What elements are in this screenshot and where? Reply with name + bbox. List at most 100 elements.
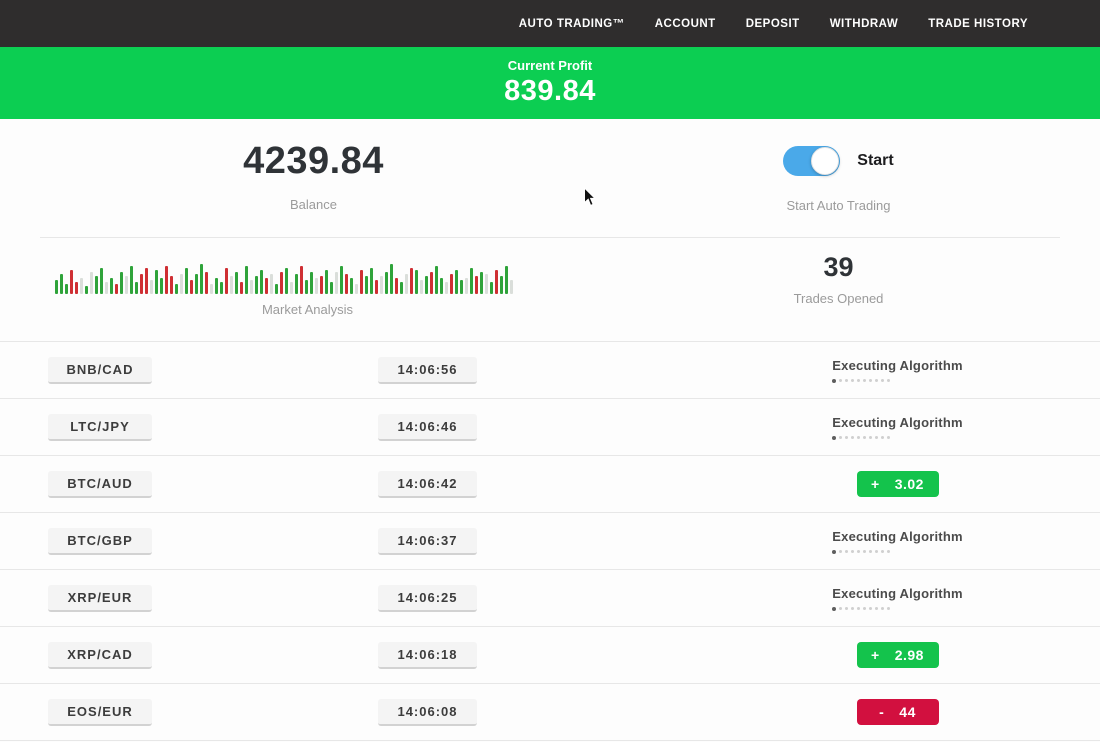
trades-opened-label: Trades Opened bbox=[676, 291, 1001, 306]
market-bar bbox=[225, 268, 228, 294]
market-bar bbox=[370, 268, 373, 294]
progress-dot bbox=[832, 436, 836, 440]
market-bar bbox=[415, 270, 418, 294]
market-bar bbox=[485, 274, 488, 294]
executing-label: Executing Algorithm bbox=[832, 529, 962, 544]
market-bar bbox=[195, 274, 198, 294]
market-bar bbox=[245, 266, 248, 294]
market-bar bbox=[190, 280, 193, 294]
progress-dots bbox=[832, 379, 962, 383]
progress-dot bbox=[869, 436, 872, 439]
result-sign: - bbox=[879, 704, 884, 720]
market-bar bbox=[180, 274, 183, 294]
market-bar bbox=[125, 276, 128, 294]
progress-dot bbox=[875, 550, 878, 553]
current-profit-banner: Current Profit 839.84 bbox=[0, 47, 1100, 119]
market-bar bbox=[455, 270, 458, 294]
progress-dot bbox=[839, 550, 842, 553]
market-bar bbox=[155, 270, 158, 294]
progress-dot bbox=[863, 436, 866, 439]
time-pill: 14:06:56 bbox=[378, 357, 477, 384]
market-bar bbox=[235, 272, 238, 294]
market-bar bbox=[185, 268, 188, 294]
executing-status: Executing Algorithm bbox=[832, 415, 962, 440]
progress-dot bbox=[869, 550, 872, 553]
market-bar bbox=[320, 276, 323, 294]
progress-dot bbox=[845, 436, 848, 439]
trade-row: EOS/EUR 14:06:08 - 44 bbox=[0, 684, 1100, 741]
progress-dot bbox=[857, 607, 860, 610]
trade-status: Executing Algorithm bbox=[760, 342, 1035, 398]
progress-dot bbox=[857, 379, 860, 382]
pair-pill: LTC/JPY bbox=[48, 414, 152, 441]
result-badge: + 3.02 bbox=[857, 471, 939, 497]
result-badge: + 2.98 bbox=[857, 642, 939, 668]
market-bar bbox=[75, 282, 78, 294]
market-bar bbox=[450, 274, 453, 294]
nav-item[interactable]: TRADE HISTORY bbox=[928, 18, 1028, 30]
progress-dots bbox=[832, 550, 962, 554]
market-bar bbox=[135, 282, 138, 294]
time-pill: 14:06:25 bbox=[378, 585, 477, 612]
market-bar bbox=[400, 282, 403, 294]
trade-row: BTC/AUD 14:06:42 + 3.02 bbox=[0, 456, 1100, 513]
nav-item[interactable]: AUTO TRADING™ bbox=[519, 18, 625, 30]
progress-dot bbox=[863, 550, 866, 553]
progress-dot bbox=[851, 550, 854, 553]
result-amount: 2.98 bbox=[895, 647, 924, 663]
trade-row: BTC/GBP 14:06:37 Executing Algorithm bbox=[0, 513, 1100, 570]
pair-pill: BTC/GBP bbox=[48, 528, 152, 555]
progress-dots bbox=[832, 436, 962, 440]
market-bar bbox=[430, 272, 433, 294]
progress-dot bbox=[839, 607, 842, 610]
market-bar bbox=[95, 276, 98, 294]
trade-status: Executing Algorithm bbox=[760, 399, 1035, 455]
market-bar bbox=[410, 268, 413, 294]
market-bar bbox=[100, 268, 103, 294]
market-bar bbox=[270, 274, 273, 294]
progress-dot bbox=[875, 436, 878, 439]
market-bar bbox=[475, 276, 478, 294]
market-bar bbox=[505, 266, 508, 294]
auto-trading-toggle[interactable] bbox=[783, 146, 840, 176]
progress-dot bbox=[832, 379, 836, 383]
progress-dots bbox=[832, 607, 962, 611]
market-bar bbox=[435, 266, 438, 294]
result-amount: 44 bbox=[899, 704, 916, 720]
pair-pill: BNB/CAD bbox=[48, 357, 152, 384]
market-bar bbox=[340, 266, 343, 294]
market-bar bbox=[90, 272, 93, 294]
nav-item[interactable]: WITHDRAW bbox=[830, 18, 899, 30]
trade-status: + 3.02 bbox=[760, 456, 1035, 512]
section-divider bbox=[40, 237, 1060, 238]
executing-status: Executing Algorithm bbox=[832, 529, 962, 554]
market-bar bbox=[275, 284, 278, 294]
market-bar bbox=[335, 272, 338, 294]
auto-trading-block: Start Start Auto Trading bbox=[676, 146, 1001, 213]
progress-dot bbox=[875, 607, 878, 610]
progress-dot bbox=[851, 379, 854, 382]
market-bar bbox=[315, 278, 318, 294]
trade-row: XRP/CAD 14:06:18 + 2.98 bbox=[0, 627, 1100, 684]
market-bar bbox=[460, 280, 463, 294]
market-bar bbox=[425, 276, 428, 294]
result-amount: 3.02 bbox=[895, 476, 924, 492]
nav-item[interactable]: ACCOUNT bbox=[655, 18, 716, 30]
trade-status: - 44 bbox=[760, 684, 1035, 740]
time-pill: 14:06:42 bbox=[378, 471, 477, 498]
progress-dot bbox=[881, 436, 884, 439]
balance-block: 4239.84 Balance bbox=[0, 140, 627, 212]
market-bar bbox=[500, 276, 503, 294]
executing-label: Executing Algorithm bbox=[832, 415, 962, 430]
progress-dot bbox=[863, 379, 866, 382]
market-bar bbox=[495, 270, 498, 294]
market-bar bbox=[420, 280, 423, 294]
market-bar bbox=[210, 284, 213, 294]
market-analysis-chart bbox=[55, 258, 560, 294]
nav-item[interactable]: DEPOSIT bbox=[746, 18, 800, 30]
progress-dot bbox=[832, 607, 836, 611]
executing-status: Executing Algorithm bbox=[832, 358, 962, 383]
market-bar bbox=[465, 278, 468, 294]
progress-dot bbox=[863, 607, 866, 610]
market-bar bbox=[285, 268, 288, 294]
